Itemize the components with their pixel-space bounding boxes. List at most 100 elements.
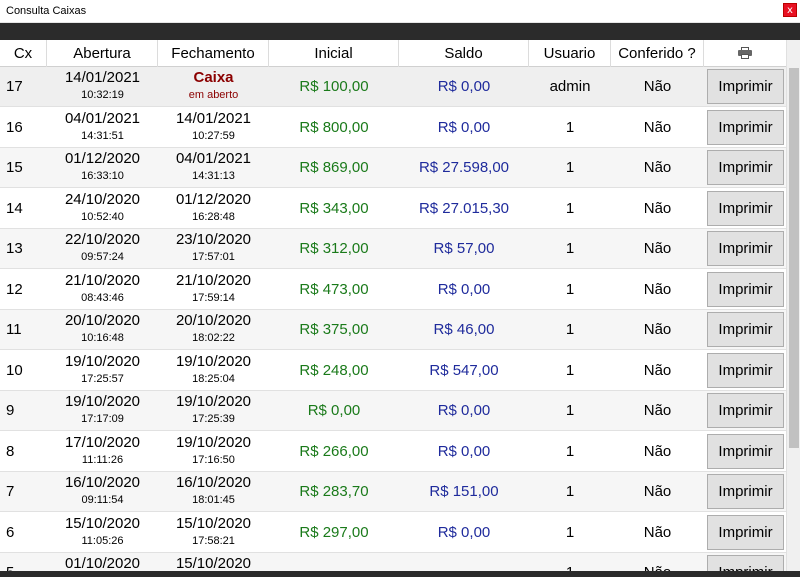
header-usuario[interactable]: Usuario: [529, 40, 611, 67]
abertura-date: 01/10/2020: [64, 555, 141, 571]
cell-print: Imprimir: [704, 67, 786, 107]
print-button[interactable]: Imprimir: [707, 69, 784, 104]
abertura-time: 11:11:26: [81, 453, 124, 466]
cell-usuario: 1: [565, 118, 575, 136]
cell-inicial: R$ 343,00: [299, 199, 369, 217]
table-row[interactable]: 16 04/01/2021 14:31:51 14/01/2021 10:27:59 R$…: [0, 108, 786, 148]
cell-fechamento: 19/10/2020 18:25:04: [158, 351, 269, 391]
fechamento-date: Caixa: [193, 69, 234, 86]
abertura-date: 19/10/2020: [64, 352, 141, 370]
cell-fechamento: 20/10/2020 18:02:22: [158, 310, 269, 350]
cell-saldo: R$ 0,00: [437, 118, 491, 136]
cell-abertura: 17/10/2020 11:11:26: [47, 432, 158, 472]
table-row[interactable]: 9 19/10/2020 17:17:09 19/10/2020 17:25:39 R$ …: [0, 391, 786, 431]
print-button[interactable]: Imprimir: [707, 190, 784, 226]
abertura-time: 09:57:24: [81, 251, 124, 263]
cell-saldo: R$ 27.598,00: [418, 159, 510, 176]
cell-cx: 9: [6, 402, 15, 419]
header-fechamento[interactable]: Fechamento: [158, 40, 269, 67]
cell-print: Imprimir: [704, 108, 786, 148]
cell-cx: 11: [6, 321, 22, 338]
print-button[interactable]: Imprimir: [707, 312, 784, 347]
table-row[interactable]: 12 21/10/2020 08:43:46 21/10/2020 17:59:14 R$…: [0, 270, 786, 310]
cell-conferido: Não: [643, 321, 672, 338]
grid-header: Cx Abertura Fechamento Inicial Saldo Usu…: [0, 40, 786, 67]
table-row[interactable]: 11 20/10/2020 10:16:48 20/10/2020 18:02:22 R$…: [0, 310, 786, 350]
cell-print: Imprimir: [704, 472, 786, 512]
cell-print: Imprimir: [704, 189, 786, 229]
table-row[interactable]: 7 16/10/2020 09:11:54 16/10/2020 18:01:45 R$ …: [0, 472, 786, 512]
cell-usuario: 1: [565, 442, 575, 460]
table-row[interactable]: 10 19/10/2020 17:25:57 19/10/2020 18:25:04 R$…: [0, 351, 786, 391]
fechamento-date: 20/10/2020: [175, 312, 252, 329]
cell-usuario: 1: [565, 402, 575, 419]
scrollbar-thumb[interactable]: [789, 68, 799, 448]
fechamento-time: 18:01:45: [192, 494, 235, 506]
table-row[interactable]: 13 22/10/2020 09:57:24 23/10/2020 17:57:01 R$…: [0, 229, 786, 269]
print-button[interactable]: Imprimir: [707, 109, 784, 145]
table-row[interactable]: 14 24/10/2020 10:52:40 01/12/2020 16:28:48 R$…: [0, 189, 786, 229]
cell-abertura: 20/10/2020 10:16:48: [47, 310, 158, 350]
abertura-time: 09:11:54: [81, 494, 124, 506]
print-button[interactable]: Imprimir: [707, 231, 784, 266]
cell-saldo: R$ 0,00: [437, 442, 491, 460]
header-conferido[interactable]: Conferido ?: [611, 40, 704, 67]
cell-print: Imprimir: [704, 351, 786, 391]
cell-abertura: 19/10/2020 17:25:57: [47, 351, 158, 391]
cell-conferido: Não: [643, 442, 672, 460]
toolbar-strip: [0, 23, 800, 40]
abertura-time: 11:05:26: [81, 534, 124, 547]
fechamento-date: 19/10/2020: [175, 352, 252, 370]
cell-cx: 17: [6, 78, 23, 95]
cell-saldo: R$ 46,00: [433, 321, 495, 338]
vertical-scrollbar[interactable]: [786, 40, 800, 571]
table-row[interactable]: 5 01/10/2020 15/10/2020 1NãoImprimir: [0, 553, 786, 571]
fechamento-date: 19/10/2020: [175, 393, 252, 410]
print-button[interactable]: Imprimir: [707, 150, 784, 185]
fechamento-time: 17:16:50: [192, 453, 235, 466]
abertura-time: 17:25:57: [81, 372, 124, 385]
cell-usuario: 1: [565, 361, 575, 379]
table-row[interactable]: 6 15/10/2020 11:05:26 15/10/2020 17:58:21 R$ …: [0, 513, 786, 553]
cell-usuario: 1: [565, 159, 575, 176]
abertura-time: 10:16:48: [81, 332, 124, 344]
print-button[interactable]: Imprimir: [707, 433, 784, 469]
fechamento-time: 17:57:01: [192, 251, 235, 263]
cell-abertura: 16/10/2020 09:11:54: [47, 472, 158, 512]
cell-print: Imprimir: [704, 391, 786, 431]
cell-usuario: 1: [565, 240, 575, 257]
header-abertura[interactable]: Abertura: [47, 40, 158, 67]
fechamento-time: 10:27:59: [192, 129, 235, 142]
fechamento-date: 15/10/2020: [175, 514, 252, 532]
close-button[interactable]: x: [783, 3, 797, 17]
abertura-time: 16:33:10: [81, 170, 124, 182]
header-inicial[interactable]: Inicial: [269, 40, 399, 67]
cell-inicial: R$ 0,00: [307, 402, 361, 419]
print-button[interactable]: Imprimir: [707, 555, 784, 571]
header-cx[interactable]: Cx: [0, 40, 47, 67]
fechamento-time: 17:25:39: [192, 413, 235, 425]
fechamento-time: 16:28:48: [192, 210, 235, 223]
abertura-date: 04/01/2021: [64, 109, 141, 127]
print-button[interactable]: Imprimir: [707, 474, 784, 509]
header-saldo[interactable]: Saldo: [399, 40, 529, 67]
cell-saldo: R$ 151,00: [429, 483, 499, 500]
cell-usuario: 1: [565, 199, 575, 217]
cell-inicial: R$ 283,70: [299, 483, 369, 500]
cell-fechamento: 21/10/2020 17:59:14: [158, 270, 269, 310]
table-row[interactable]: 8 17/10/2020 11:11:26 19/10/2020 17:16:50 R$ …: [0, 432, 786, 472]
cell-conferido: Não: [643, 118, 672, 136]
cell-conferido: Não: [643, 402, 672, 419]
table-row[interactable]: 17 14/01/2021 10:32:19 Caixa em aberto R$ 100…: [0, 67, 786, 107]
cell-conferido: Não: [643, 78, 672, 95]
cell-conferido: Não: [643, 361, 672, 379]
table-row[interactable]: 15 01/12/2020 16:33:10 04/01/2021 14:31:13 R$…: [0, 148, 786, 188]
print-button[interactable]: Imprimir: [707, 393, 784, 428]
cell-abertura: 04/01/2021 14:31:51: [47, 108, 158, 148]
window-title: Consulta Caixas: [6, 5, 87, 17]
cell-cx: 14: [6, 199, 23, 217]
print-button[interactable]: Imprimir: [707, 514, 784, 550]
print-button[interactable]: Imprimir: [707, 352, 784, 388]
abertura-date: 20/10/2020: [64, 312, 141, 329]
print-button[interactable]: Imprimir: [707, 271, 784, 307]
